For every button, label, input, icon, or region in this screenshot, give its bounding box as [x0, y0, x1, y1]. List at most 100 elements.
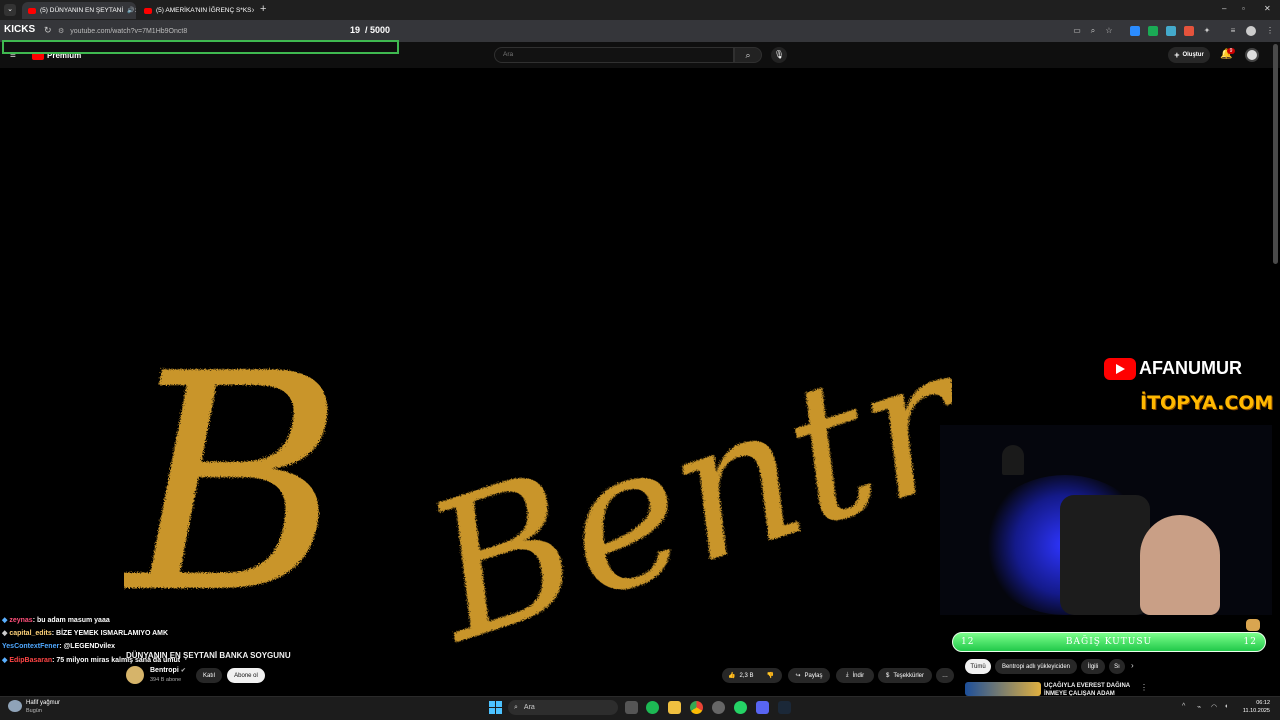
donation-box-bar: 12 BAĞIŞ KUTUSU 12 [952, 632, 1266, 652]
filter-chip[interactable]: Tümü [965, 659, 991, 674]
chevron-right-icon[interactable]: › [1131, 661, 1134, 670]
kicks-label: KICKS [4, 24, 36, 35]
video-player[interactable]: B Bentropi [124, 68, 952, 646]
join-button[interactable]: Katıl [196, 668, 222, 683]
download-label: İndir [852, 672, 865, 679]
reading-list-icon[interactable]: ≡ [1228, 26, 1238, 36]
volume-icon[interactable]: ◖ [1224, 703, 1228, 710]
windows-start-icon[interactable] [489, 701, 502, 714]
taskbar-search[interactable]: ⌕ Ara [508, 700, 618, 715]
like-count[interactable]: 2,3 B [739, 673, 753, 679]
tab-title: (5) DÜNYANIN EN ŞEYTANİ [40, 7, 124, 14]
maximize-button[interactable]: ▫ [1242, 4, 1245, 13]
network-icon[interactable]: ⌁ [1197, 703, 1201, 711]
steam-icon[interactable] [778, 701, 791, 714]
page-scrollbar[interactable] [1273, 44, 1278, 264]
extension-icon[interactable] [1148, 26, 1158, 36]
site-info-icon[interactable]: ⚙ [58, 27, 64, 35]
search-icon: ⌕ [514, 703, 518, 711]
donation-label: BAĞIŞ KUTUSU [1065, 637, 1153, 647]
plus-icon: + [1174, 50, 1180, 60]
extension-icon[interactable] [1166, 26, 1176, 36]
extensions-puzzle-icon[interactable]: ✦ [1202, 26, 1212, 36]
tab-active[interactable]: (5) DÜNYANIN EN ŞEYTANİ 🔊 × [22, 2, 136, 19]
filter-chip[interactable]: Bentropi adlı yükleyiciden [995, 659, 1077, 674]
tab-inactive[interactable]: (5) AMERİKA'NIN İĞRENÇ S*KS × [138, 2, 254, 19]
url-text: youtube.com/watch?v=7M1Hb9Onct8 [70, 27, 188, 35]
browser-menu-icon[interactable]: ⋮ [1265, 26, 1275, 36]
new-tab-button[interactable]: + [260, 3, 266, 15]
chat-username: YesContextFener [2, 643, 60, 650]
reload-icon[interactable]: ↻ [44, 25, 52, 36]
create-button[interactable]: + Oluştur [1168, 47, 1210, 63]
subscriber-count: 394 B abone [150, 677, 182, 683]
clock-date: 11.10.2025 [1242, 708, 1270, 714]
weather-title[interactable]: Hafif yağmur [26, 700, 60, 706]
microphone-icon[interactable]: 🎙 [771, 47, 787, 63]
bookmark-star-icon[interactable]: ☆ [1104, 26, 1114, 36]
spotify-icon[interactable] [646, 701, 659, 714]
chat-message: YesContextFener: @LEGENDvilex [2, 643, 115, 650]
account-avatar[interactable] [1245, 48, 1259, 62]
like-dislike-group: 👍 2,3 B 👎 [722, 668, 782, 683]
youtube-logo-icon [1104, 358, 1136, 380]
search-button[interactable]: ⌕ [734, 47, 762, 63]
clock-time: 06:12 [1256, 700, 1270, 706]
youtube-favicon-icon [144, 7, 152, 14]
subscribe-button[interactable]: Abone ol [227, 668, 265, 683]
share-button[interactable]: ↪ Paylaş [788, 668, 830, 683]
filter-chip[interactable]: Sı [1109, 659, 1125, 674]
minimize-button[interactable]: – [1222, 4, 1226, 13]
zoom-icon[interactable]: ⌕ [1088, 26, 1098, 36]
url-field[interactable]: ⚙ youtube.com/watch?v=7M1Hb9Onct8 [58, 24, 398, 38]
chrome-icon[interactable] [690, 701, 703, 714]
extension-icon[interactable] [1184, 26, 1194, 36]
chat-text: : BİZE YEMEK ISMARLAMIYO AMK [51, 630, 169, 637]
recommended-title-line: UÇAĞIYLA EVEREST DAĞINA [1044, 683, 1131, 689]
browser-tab-strip: ⌄ (5) DÜNYANIN EN ŞEYTANİ 🔊 × (5) AMERİK… [0, 0, 1280, 20]
tray-chevron-icon[interactable]: ^ [1182, 703, 1185, 710]
chat-text: : bu adam masum yaaa [32, 617, 110, 624]
verified-icon: ✔ [180, 668, 186, 674]
chat-username: EdipBasaran [9, 657, 53, 664]
like-icon[interactable]: 👍 [728, 672, 735, 679]
tab-close-button[interactable]: × [252, 6, 254, 15]
dislike-icon[interactable]: 👎 [767, 672, 782, 679]
channel-name[interactable]: Bentropi ✔ [150, 667, 186, 674]
cast-icon[interactable]: ▭ [1072, 26, 1082, 36]
download-button[interactable]: ⤓ İndir [836, 668, 874, 683]
wifi-icon[interactable]: ◠ [1211, 703, 1217, 711]
weather-subtitle: Bugün [26, 708, 42, 714]
tab-close-button[interactable]: × [135, 6, 136, 15]
weather-icon[interactable] [8, 700, 22, 712]
donation-right-value: 12 [1243, 637, 1257, 647]
webcam-feed [940, 425, 1272, 615]
extension-icon[interactable] [1130, 26, 1140, 36]
system-clock[interactable]: 06:12 11.10.2025 [1240, 699, 1270, 715]
speaker-icon[interactable]: 🔊 [127, 7, 134, 14]
gaming-chair [1060, 495, 1150, 615]
close-window-button[interactable]: ✕ [1264, 4, 1271, 13]
whatsapp-icon[interactable] [734, 701, 747, 714]
video-art-letter: B [124, 310, 344, 646]
create-label: Oluştur [1182, 52, 1204, 58]
filter-chip[interactable]: İlgili [1081, 659, 1105, 674]
file-explorer-icon[interactable] [668, 701, 681, 714]
video-art-word: Bentropi [401, 215, 952, 646]
recommended-thumbnail[interactable] [965, 682, 1041, 696]
sponsor-overlay: İTOPYA.COM [1140, 392, 1274, 414]
channel-avatar[interactable] [126, 666, 144, 684]
tab-title: (5) AMERİKA'NIN İĞRENÇ S*KS [156, 7, 252, 14]
streamer-person [1140, 515, 1220, 615]
app-icon[interactable] [712, 701, 725, 714]
kebab-menu-icon[interactable]: ⋮ [1140, 683, 1148, 692]
profile-avatar[interactable] [1246, 26, 1256, 36]
kicks-progress-bar [2, 40, 399, 54]
discord-icon[interactable] [756, 701, 769, 714]
more-actions-button[interactable]: … [936, 668, 954, 683]
thanks-button[interactable]: $ Teşekkürler [878, 668, 932, 683]
tab-search-button[interactable]: ⌄ [4, 4, 16, 16]
task-view-icon[interactable] [625, 701, 638, 714]
brand-name-overlay: AFANUMUR [1139, 358, 1242, 378]
search-input[interactable]: Ara [494, 47, 734, 63]
